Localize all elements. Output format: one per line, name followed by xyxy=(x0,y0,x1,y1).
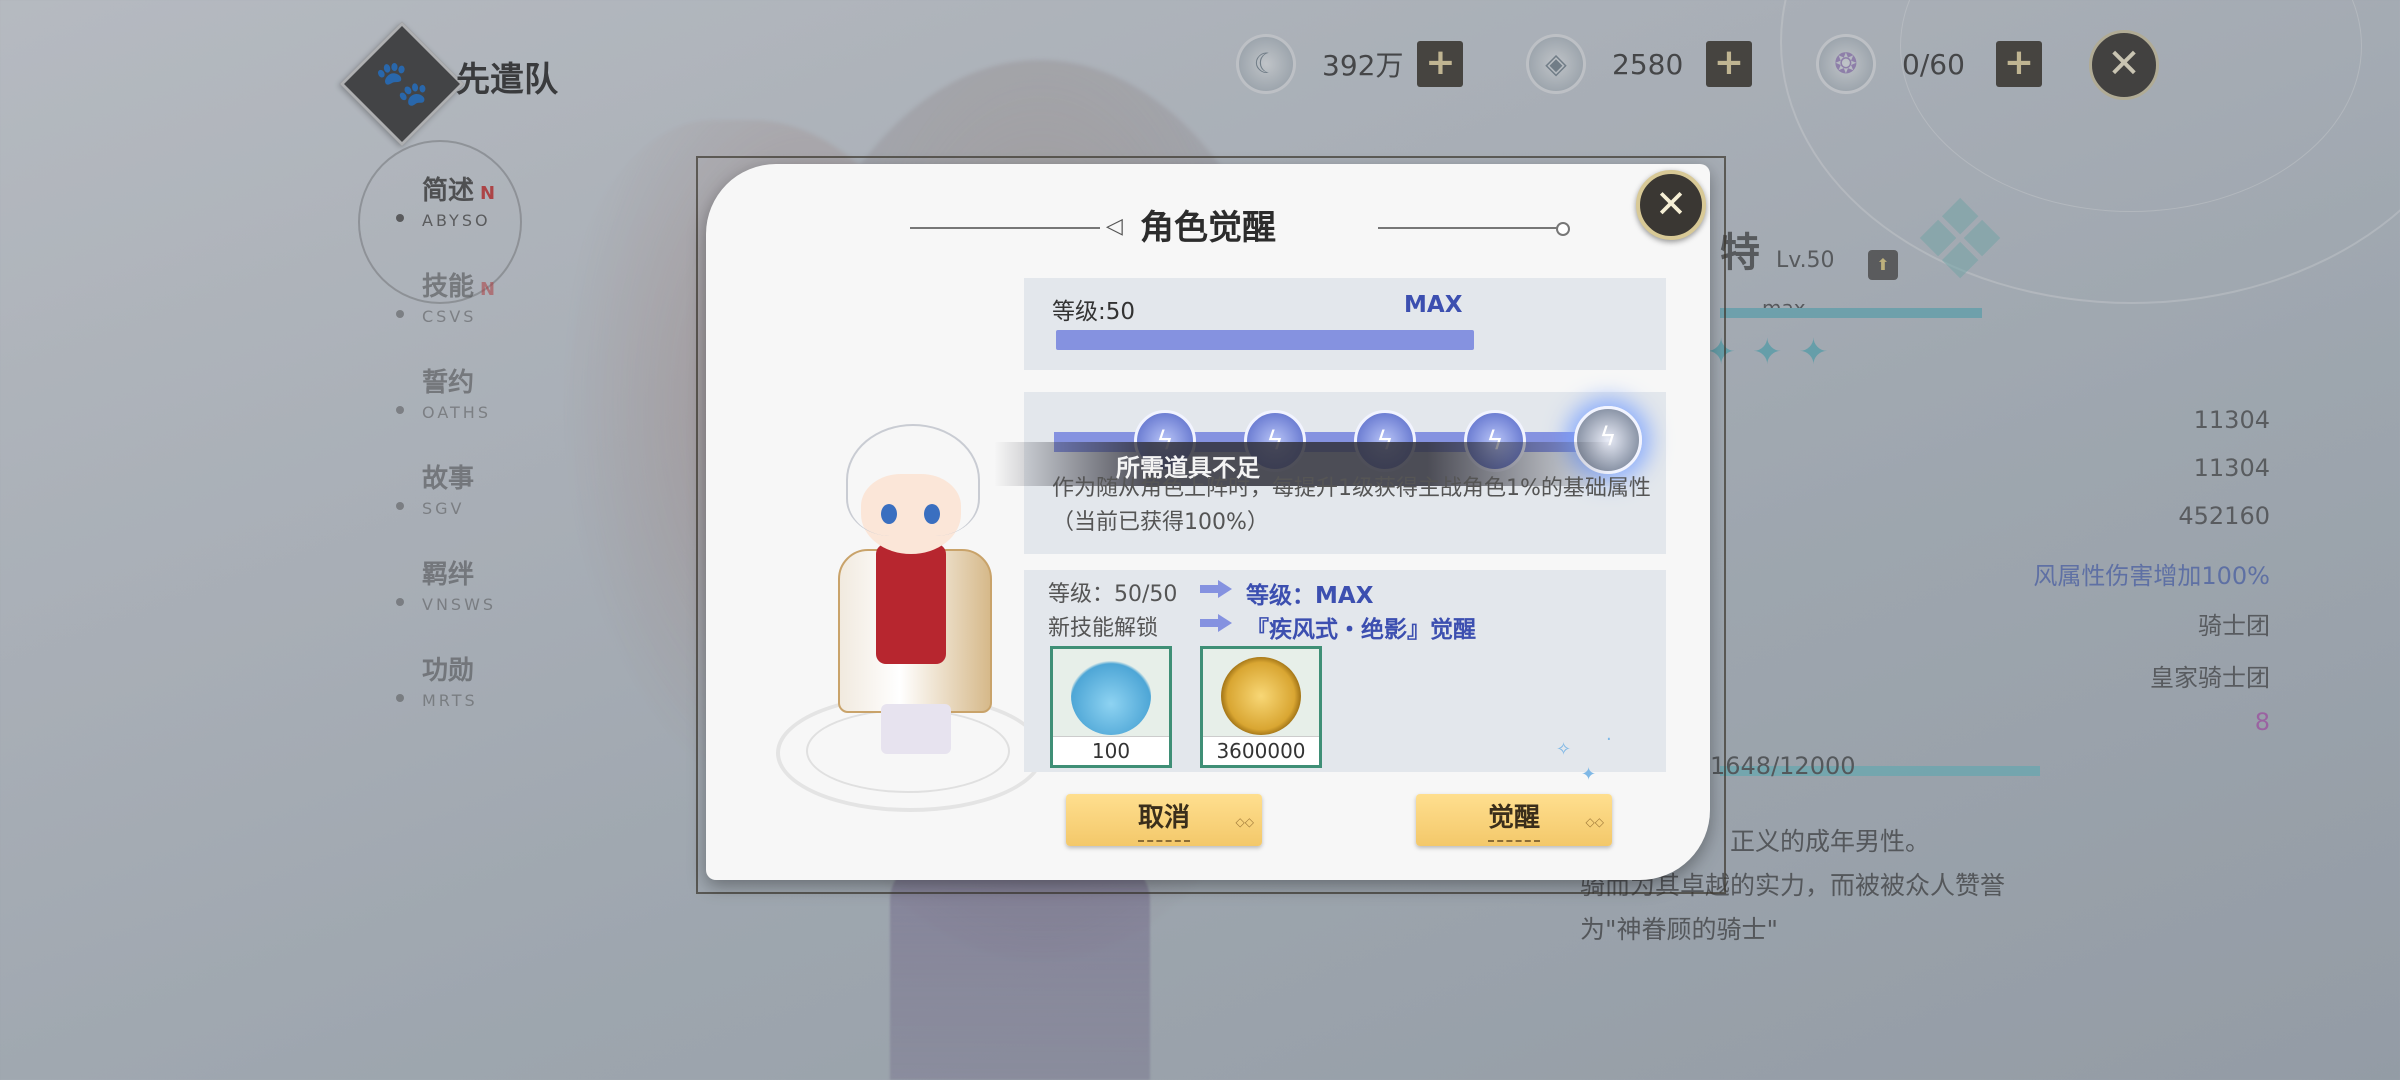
material-item[interactable]: 3600000 xyxy=(1200,646,1322,768)
level-max: MAX xyxy=(1404,292,1463,318)
chibi-legs xyxy=(881,704,951,754)
chibi-eye xyxy=(881,504,897,524)
item-quantity: 100 xyxy=(1053,736,1169,765)
chibi-scarf xyxy=(876,544,946,664)
button-underline xyxy=(1488,840,1540,842)
upgrade-to: 『疾风式・绝影』觉醒 xyxy=(1246,617,1476,643)
awaken-dialog: ◁ 角色觉醒 等级:50 MAX ϟ ϟ ϟ ϟ ϟ 所需道具不足 作为随从角色… xyxy=(706,164,1710,880)
button-corner-icon: ◇◇ xyxy=(1235,815,1254,829)
awaken-label: 觉醒 xyxy=(1487,803,1540,833)
cancel-button[interactable]: 取消 ◇◇ xyxy=(1066,794,1262,846)
sparkle-icon: ✦ xyxy=(1581,764,1597,785)
level-progress-bar xyxy=(1056,330,1474,350)
chibi-eye xyxy=(924,504,940,524)
support-description: 作为随从角色上阵时，每提升1级获得主战角色1%的基础属性（当前已获得100%） xyxy=(1052,476,1651,535)
level-label: 等级:50 xyxy=(1052,299,1136,325)
title-divider xyxy=(1378,227,1558,229)
awaken-star-card: ϟ ϟ ϟ ϟ ϟ 所需道具不足 作为随从角色上阵时，每提升1级获得主战角色1%… xyxy=(994,392,1666,554)
awaken-button[interactable]: 觉醒 ◇◇ xyxy=(1416,794,1612,846)
button-corner-icon: ◇◇ xyxy=(1585,815,1604,829)
arrow-right-icon xyxy=(1200,580,1234,598)
close-icon: ✕ xyxy=(1655,182,1687,226)
upgrade-from: 新技能解锁 xyxy=(1048,616,1159,641)
arrow-right-icon xyxy=(1200,614,1234,632)
blue-slime-icon xyxy=(1071,657,1151,735)
item-quantity: 3600000 xyxy=(1203,736,1319,765)
upgrade-to: 等级：MAX xyxy=(1246,583,1374,609)
chibi-hair xyxy=(846,424,980,536)
material-item[interactable]: 100 xyxy=(1050,646,1172,768)
upgrade-from: 等级：50/50 xyxy=(1048,582,1178,607)
close-dialog-button[interactable]: ✕ xyxy=(1636,170,1706,240)
cancel-label: 取消 xyxy=(1137,803,1190,833)
sparkle-icon: ✧ xyxy=(1556,739,1572,760)
level-card: 等级:50 MAX xyxy=(1024,278,1666,370)
sparkle-icon: · xyxy=(1606,729,1612,750)
gold-coin-icon xyxy=(1221,657,1301,735)
title-dot-icon xyxy=(1556,222,1570,236)
button-underline xyxy=(1138,840,1190,842)
